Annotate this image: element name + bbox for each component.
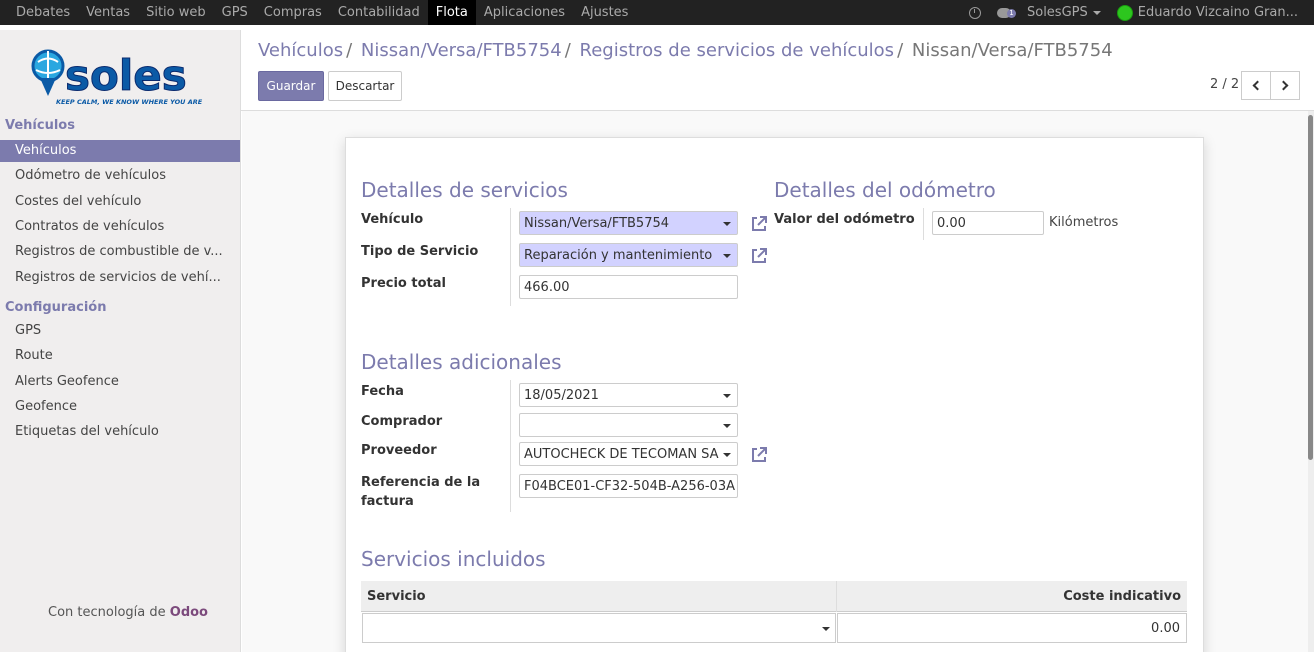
group-separator (510, 380, 511, 512)
company-switcher[interactable]: SolesGPS (1019, 0, 1109, 25)
services-table-header: Servicio Coste indicativo (361, 581, 1187, 612)
buyer-label: Comprador (361, 414, 443, 429)
sidebar-item-5-items1[interactable]: Registros de servicios de vehí... (0, 267, 240, 289)
breadcrumb-item-vehicle[interactable]: Nissan/Versa/FTB5754 (361, 40, 562, 61)
chat-count-badge: 1 (1006, 8, 1016, 18)
chat-icon: 1 (996, 7, 1016, 18)
company-logo: soles KEEP CALM, WE KNOW WHERE YOU ARE (31, 49, 203, 106)
additional-details-title: Detalles adicionales (361, 350, 562, 374)
systray: 1 SolesGPS Eduardo Vizcaino Gran... (961, 0, 1314, 25)
invoice-ref-label-line1: Referencia de la (361, 475, 481, 490)
powered-by: Con tecnología de Odoo (48, 605, 208, 620)
date-label: Fecha (361, 384, 404, 399)
company-name: SolesGPS (1026, 5, 1088, 20)
external-link-icon[interactable] (750, 247, 768, 265)
discard-button[interactable]: Descartar (328, 71, 402, 101)
service-details-title: Detalles de servicios (361, 178, 568, 202)
service-type-field[interactable]: Reparación y mantenimiento (519, 243, 738, 267)
sidebar-item-0-items1[interactable]: Vehículos (0, 140, 240, 162)
chevron-left-icon (1252, 80, 1263, 91)
messaging-button[interactable]: 1 (989, 0, 1019, 25)
breadcrumb-item-service-logs[interactable]: Registros de servicios de vehículos (580, 40, 895, 61)
total-price-field[interactable]: 466.00 (519, 275, 738, 299)
breadcrumb-item-vehicles[interactable]: Vehículos (258, 40, 343, 61)
scrollbar-thumb[interactable] (1308, 115, 1313, 460)
sidebar-item-4-items1[interactable]: Registros de combustible de v... (0, 241, 240, 263)
menu-item-gps[interactable]: GPS (214, 0, 256, 25)
pager-previous-button[interactable] (1241, 71, 1271, 100)
odometer-field[interactable]: 0.00 (932, 211, 1044, 235)
sidebar-item-3-items1[interactable]: Contratos de vehículos (0, 216, 240, 238)
group-separator (510, 208, 511, 306)
chevron-right-icon (1278, 80, 1289, 91)
group-separator (923, 208, 924, 240)
user-menu[interactable]: Eduardo Vizcaino Gran... (1109, 0, 1306, 25)
sidebar-item-4-items2[interactable]: Etiquetas del vehículo (0, 421, 240, 443)
external-link-icon[interactable] (750, 215, 768, 233)
sidebar-section-vehicles: Vehículos (5, 118, 75, 133)
sidebar-section-config: Configuración (5, 300, 107, 315)
sidebar-item-3-items2[interactable]: Geofence (0, 396, 240, 418)
menu-item-ajustes[interactable]: Ajustes (573, 0, 636, 25)
column-header-cost[interactable]: Coste indicativo (1063, 589, 1181, 604)
sidebar-item-0-items2[interactable]: GPS (0, 320, 240, 342)
menu-item-contabilidad[interactable]: Contabilidad (330, 0, 428, 25)
vendor-label: Proveedor (361, 443, 437, 458)
total-price-label: Precio total (361, 276, 446, 291)
odometer-details-title: Detalles del odómetro (774, 178, 996, 202)
dropdown-arrow-icon (723, 453, 731, 457)
dropdown-arrow-icon (723, 222, 731, 226)
sidebar-item-1-items2[interactable]: Route (0, 345, 240, 367)
dropdown-arrow-icon (723, 424, 731, 428)
breadcrumb-item-current: Nissan/Versa/FTB5754 (911, 40, 1113, 61)
invoice-ref-label-line2: factura (361, 494, 414, 509)
breadcrumb: Vehículos / Nissan/Versa/FTB5754/ Registr… (258, 40, 1113, 61)
activity-button[interactable] (961, 0, 989, 25)
odometer-label: Valor del odómetro (774, 212, 915, 227)
menu-item-flota[interactable]: Flota (427, 0, 476, 25)
svg-text:KEEP CALM, WE KNOW WHERE YOU A: KEEP CALM, WE KNOW WHERE YOU ARE (56, 98, 203, 106)
dropdown-arrow-icon (822, 627, 830, 631)
menu-item-ventas[interactable]: Ventas (78, 0, 138, 25)
vendor-field[interactable]: AUTOCHECK DE TECOMAN SA DE CV (519, 442, 738, 466)
vehicle-label: Vehículo (361, 212, 424, 227)
column-header-service[interactable]: Servicio (367, 589, 426, 604)
odometer-unit: Kilómetros (1049, 215, 1119, 230)
sidebar-item-2-items2[interactable]: Alerts Geofence (0, 371, 240, 393)
invoice-ref-field[interactable]: F04BCE01-CF32-504B-A256-03A5C (519, 474, 738, 498)
svg-text:soles: soles (65, 51, 187, 100)
buyer-field[interactable] (519, 413, 738, 437)
save-button[interactable]: Guardar (258, 71, 324, 101)
vehicle-field[interactable]: Nissan/Versa/FTB5754 (519, 211, 738, 235)
dropdown-arrow-icon (723, 254, 731, 258)
odoo-link[interactable]: Odoo (170, 605, 208, 620)
service-type-label: Tipo de Servicio (361, 244, 479, 259)
cost-cell-field[interactable]: 0.00 (837, 613, 1187, 643)
menu-item-compras[interactable]: Compras (256, 0, 330, 25)
avatar (1116, 4, 1133, 21)
sidebar-item-1-items1[interactable]: Odómetro de vehículos (0, 165, 240, 187)
service-cell-field[interactable] (362, 613, 836, 643)
pager-value[interactable]: 2 / 2 (1210, 77, 1239, 92)
dropdown-arrow-icon (723, 394, 731, 398)
column-separator (836, 581, 837, 612)
menu-item-sitio-web[interactable]: Sitio web (138, 0, 214, 25)
main-menu: Debates Ventas Sitio web GPS Compras Contabil… (0, 0, 636, 25)
date-field[interactable]: 18/05/2021 (519, 383, 738, 407)
caret-down-icon (1092, 10, 1101, 15)
included-services-title: Servicios incluidos (361, 547, 546, 571)
sidebar-item-2-items1[interactable]: Costes del vehículo (0, 191, 240, 213)
top-navbar: Debates Ventas Sitio web GPS Compras Contabil… (0, 0, 1314, 25)
pager-next-button[interactable] (1270, 71, 1300, 100)
menu-item-debates[interactable]: Debates (8, 0, 78, 25)
user-name: Eduardo Vizcaino Gran... (1137, 5, 1298, 20)
external-link-icon[interactable] (750, 446, 768, 464)
clock-icon (968, 6, 981, 19)
menu-item-aplicaciones[interactable]: Aplicaciones (476, 0, 573, 25)
